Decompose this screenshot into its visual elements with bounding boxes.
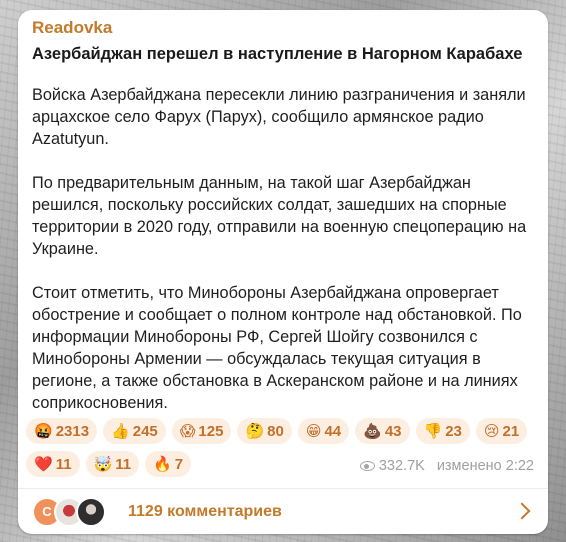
reaction-cursing[interactable]: 🤬 2313 — [26, 418, 98, 444]
reaction-count: 80 — [267, 422, 284, 440]
reaction-exploding-head[interactable]: 🤯 11 — [85, 451, 140, 477]
thumbs-down-icon: 👎 — [423, 422, 443, 440]
commenter-avatars: C — [32, 496, 118, 527]
reaction-screaming[interactable]: 😱 125 — [171, 418, 232, 444]
reaction-count: 43 — [384, 422, 402, 440]
post-paragraph: По предварительным данным, на такой шаг … — [32, 174, 527, 258]
reaction-heart[interactable]: ❤️ 11 — [26, 451, 80, 477]
reaction-thumbs-down[interactable]: 👎 23 — [415, 418, 470, 444]
reaction-poop[interactable]: 💩 43 — [355, 418, 410, 444]
edited-timestamp: изменено 2:22 — [436, 458, 534, 474]
reaction-count: 7 — [174, 455, 184, 473]
avatar — [76, 496, 106, 527]
thumbs-up-icon: 👍 — [111, 422, 130, 440]
reaction-thinking[interactable]: 🤔 80 — [237, 418, 292, 444]
comments-button[interactable]: C 1129 комментариев — [18, 489, 548, 534]
grinning-face-icon: 😁 — [305, 422, 322, 440]
view-count: 332.7K — [378, 458, 425, 474]
exploding-head-icon: 🤯 — [93, 455, 113, 473]
post-body: Войска Азербайджана пересекли линию разг… — [32, 84, 540, 436]
post-meta: 332.7K изменено 2:22 — [359, 458, 534, 474]
reaction-crying[interactable]: 😢 21 — [475, 418, 528, 444]
reaction-grinning[interactable]: 😁 44 — [297, 418, 350, 444]
reaction-fire[interactable]: 🔥 7 — [145, 451, 192, 477]
thinking-face-icon: 🤔 — [245, 422, 265, 440]
screaming-face-icon: 😱 — [179, 422, 196, 440]
eye-icon — [359, 461, 375, 471]
heart-icon: ❤️ — [34, 455, 53, 473]
post-headline: Азербайджан перешел в наступление в Наго… — [32, 45, 523, 63]
post-paragraph: Стоит отметить, что Минобороны Азербайдж… — [32, 284, 522, 412]
crying-face-icon: 😢 — [483, 422, 500, 440]
reaction-count: 44 — [324, 422, 342, 440]
reaction-count: 2313 — [55, 422, 90, 440]
post-paragraph: Войска Азербайджана пересекли линию разг… — [32, 86, 526, 148]
cursing-face-icon: 🤬 — [34, 422, 53, 440]
reaction-count: 11 — [115, 455, 132, 473]
reaction-count: 23 — [445, 422, 462, 440]
channel-name[interactable]: Readovka — [32, 18, 112, 38]
chevron-right-icon — [513, 502, 531, 520]
reaction-count: 245 — [132, 422, 158, 440]
reaction-count: 21 — [502, 422, 520, 440]
comments-count-label: 1129 комментариев — [128, 502, 282, 520]
channel-post-card: Readovka Азербайджан перешел в наступлен… — [18, 10, 548, 534]
reaction-count: 11 — [55, 455, 72, 473]
reaction-thumbs-up[interactable]: 👍 245 — [103, 418, 166, 444]
reaction-count: 125 — [198, 422, 224, 440]
poop-icon: 💩 — [363, 422, 382, 440]
fire-icon: 🔥 — [153, 455, 172, 473]
